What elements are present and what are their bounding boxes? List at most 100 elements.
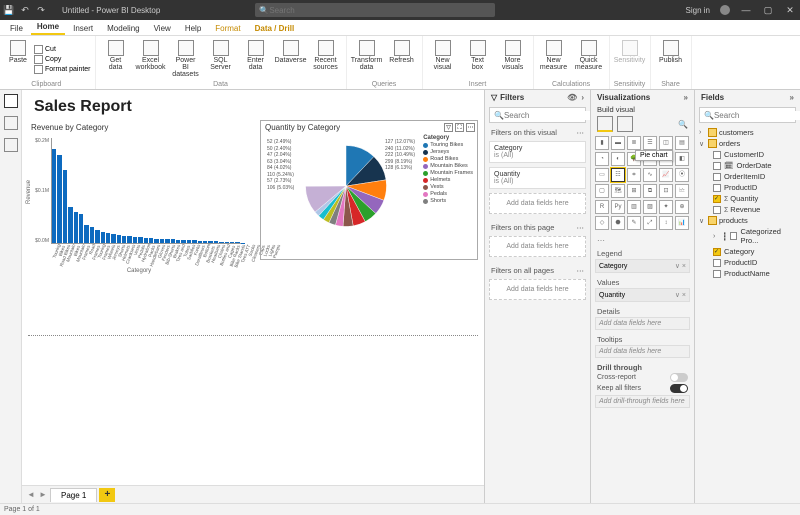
checkbox[interactable] — [713, 173, 721, 181]
tab-home[interactable]: Home — [31, 20, 65, 35]
add-page-button[interactable]: + — [99, 488, 115, 502]
text-box-button[interactable]: Textbox — [462, 38, 494, 81]
viz-type-7[interactable]: ◐ — [611, 152, 625, 166]
tab-format[interactable]: Format — [209, 22, 246, 35]
undo-icon[interactable]: ↶ — [20, 5, 30, 15]
more-icon[interactable]: ⋯ — [577, 128, 585, 137]
global-search[interactable]: 🔍 — [255, 3, 495, 17]
viz-type-25[interactable]: Py — [611, 200, 625, 214]
new-measure-button[interactable]: Newmeasure — [538, 38, 570, 81]
visual-focus-icon[interactable]: ⛶ — [455, 123, 464, 132]
viz-type-28[interactable]: ✦ — [659, 200, 673, 214]
viz-type-4[interactable]: ◫ — [659, 136, 673, 150]
sign-in-link[interactable]: Sign in — [686, 6, 710, 15]
more-visuals-button[interactable]: Morevisuals — [497, 38, 529, 81]
viz-type-27[interactable]: ▨ — [643, 200, 657, 214]
checkbox[interactable] — [713, 270, 721, 278]
viz-type-20[interactable]: ⊞ — [627, 184, 641, 198]
viz-type-22[interactable]: ⊡ — [659, 184, 673, 198]
field-revenue[interactable]: Revenue — [699, 204, 796, 215]
viz-type-23[interactable]: 🗠 — [675, 184, 689, 198]
quick-measure-button[interactable]: Quickmeasure — [573, 38, 605, 81]
viz-type-16[interactable]: 📈 — [659, 168, 673, 182]
table-customers[interactable]: ›customers — [699, 127, 796, 138]
tab-insert[interactable]: Insert — [67, 22, 99, 35]
tab-help[interactable]: Help — [179, 22, 207, 35]
visual-more-icon[interactable]: ⋯ — [466, 123, 475, 132]
publish-button[interactable]: Publish — [655, 38, 687, 81]
field-productid[interactable]: ProductID — [699, 257, 796, 268]
model-view-icon[interactable] — [4, 138, 18, 152]
power-bi-datasets-button[interactable]: PowerBI datasets — [170, 38, 202, 81]
viz-type-15[interactable]: ∿ — [643, 168, 657, 182]
filter-card-quantity[interactable]: Quantityis (All) — [489, 167, 586, 189]
paste-button[interactable]: Paste — [2, 38, 34, 81]
build-visual-icon[interactable] — [597, 116, 613, 132]
visual-filter-icon[interactable]: ▽ — [444, 123, 453, 132]
filter-drop-all[interactable]: Add data fields here — [489, 279, 586, 300]
checkbox[interactable] — [713, 248, 721, 256]
viz-type-0[interactable]: ▮ — [595, 136, 609, 150]
recent-sources-button[interactable]: Recentsources — [310, 38, 342, 81]
filter-drop-visual[interactable]: Add data fields here — [489, 193, 586, 214]
visual-bar-chart[interactable]: Revenue by Category Revenue Category $0.… — [28, 120, 250, 275]
get-data-button[interactable]: Getdata — [100, 38, 132, 81]
field-category[interactable]: Category — [699, 246, 796, 257]
viz-type-12[interactable]: ▭ — [595, 168, 609, 182]
excel-workbook-button[interactable]: Excelworkbook — [135, 38, 167, 81]
viz-type-31[interactable]: ⬣ — [611, 216, 625, 230]
sql-server-button[interactable]: SQLServer — [205, 38, 237, 81]
viz-type-13[interactable]: ☷ — [611, 168, 625, 182]
viz-type-2[interactable]: ≣ — [627, 136, 641, 150]
viz-type-30[interactable]: ◇ — [595, 216, 609, 230]
viz-type-18[interactable]: ▢ — [595, 184, 609, 198]
viz-type-29[interactable]: ⊕ — [675, 200, 689, 214]
checkbox[interactable] — [713, 162, 721, 170]
collapse-icon[interactable]: › — [581, 93, 584, 102]
tab-file[interactable]: File — [4, 22, 29, 35]
table-orders[interactable]: ∨orders — [699, 138, 796, 149]
tab-view[interactable]: View — [148, 22, 177, 35]
viz-type-17[interactable]: ⦿ — [675, 168, 689, 182]
well-details[interactable]: Add data fields here — [595, 317, 690, 330]
filter-drop-page[interactable]: Add data fields here — [489, 236, 586, 257]
redo-icon[interactable]: ↷ — [36, 5, 46, 15]
well-values[interactable]: Quantity∨ × — [595, 288, 690, 302]
checkbox[interactable] — [713, 184, 721, 192]
dataverse-button[interactable]: Dataverse — [275, 38, 307, 81]
viz-type-6[interactable]: ◔ — [595, 152, 609, 166]
page-next-icon[interactable]: ► — [38, 490, 48, 499]
field-quantity[interactable]: Quantity — [699, 193, 796, 204]
cross-report-toggle[interactable] — [670, 373, 688, 382]
format-painter-button[interactable]: Format painter — [34, 65, 91, 74]
well-legend[interactable]: Category∨ × — [595, 259, 690, 273]
viz-type-11[interactable]: ◧ — [675, 152, 689, 166]
close-button[interactable]: ✕ — [784, 5, 796, 16]
field-productid[interactable]: ProductID — [699, 182, 796, 193]
field-orderdate[interactable]: 🗓OrderDate — [699, 160, 796, 171]
refresh-button[interactable]: Refresh — [386, 38, 418, 81]
transform-data-button[interactable]: Transformdata — [351, 38, 383, 81]
field-customerid[interactable]: CustomerID — [699, 149, 796, 160]
field-productname[interactable]: ProductName — [699, 268, 796, 279]
fields-search[interactable]: 🔍 — [699, 107, 796, 123]
copy-button[interactable]: Copy — [34, 55, 91, 64]
minimize-button[interactable]: — — [740, 5, 752, 15]
user-avatar-icon[interactable] — [720, 5, 730, 15]
viz-type-35[interactable]: 📊 — [675, 216, 689, 230]
viz-type-26[interactable]: ▥ — [627, 200, 641, 214]
maximize-button[interactable]: ▢ — [762, 5, 774, 16]
filter-card-category[interactable]: Categoryis (All) — [489, 141, 586, 163]
tab-modeling[interactable]: Modeling — [101, 22, 145, 35]
cut-button[interactable]: Cut — [34, 45, 91, 54]
viz-type-3[interactable]: ☰ — [643, 136, 657, 150]
viz-type-19[interactable]: 🗺 — [611, 184, 625, 198]
well-tooltips[interactable]: Add data fields here — [595, 345, 690, 358]
enter-data-button[interactable]: Enterdata — [240, 38, 272, 81]
search-icon[interactable]: 🔍 — [678, 120, 688, 129]
eye-icon[interactable]: 👁 — [567, 93, 577, 102]
viz-type-33[interactable]: ⤢ — [643, 216, 657, 230]
more-icon[interactable]: ⋯ — [577, 223, 585, 232]
filters-search[interactable]: 🔍 — [489, 107, 586, 123]
global-search-input[interactable] — [269, 6, 491, 15]
